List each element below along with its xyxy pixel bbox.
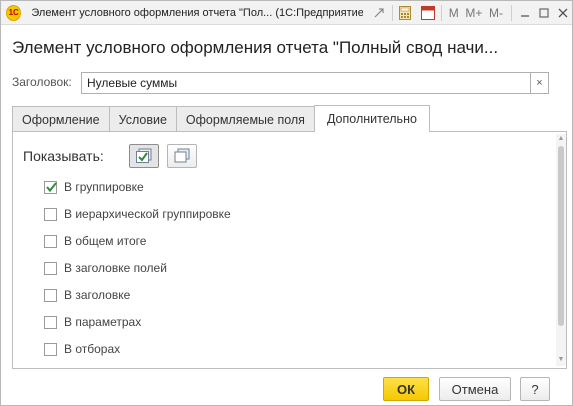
dialog-window: 1С Элемент условного оформления отчета "… bbox=[0, 0, 573, 406]
titlebar-separator bbox=[441, 4, 443, 21]
checkbox[interactable] bbox=[44, 180, 57, 194]
tab-formatted-fields[interactable]: Оформляемые поля bbox=[175, 106, 315, 132]
checkmark-icon bbox=[46, 181, 57, 192]
maximize-icon[interactable] bbox=[536, 4, 553, 22]
checkbox[interactable] bbox=[44, 207, 57, 221]
app-logo-icon: 1С bbox=[6, 4, 22, 21]
heading-label: Заголовок: bbox=[12, 75, 72, 89]
vertical-scrollbar[interactable]: ▲ ▼ bbox=[556, 134, 566, 366]
titlebar-separator bbox=[391, 4, 393, 21]
tab-additional[interactable]: Дополнительно bbox=[313, 105, 430, 132]
close-icon[interactable] bbox=[555, 4, 572, 22]
tab-bar: Оформление Условие Оформляемые поля Допо… bbox=[12, 105, 430, 132]
minimize-icon[interactable] bbox=[516, 4, 533, 22]
uncheck-all-button[interactable] bbox=[167, 144, 197, 168]
checkbox[interactable] bbox=[44, 342, 57, 356]
scroll-up-icon[interactable]: ▲ bbox=[557, 135, 565, 143]
option-in-grouping[interactable]: В группировке bbox=[44, 178, 144, 196]
heading-input[interactable] bbox=[81, 72, 531, 94]
calculator-icon[interactable] bbox=[398, 4, 413, 22]
cancel-button[interactable]: Отмена bbox=[439, 377, 511, 401]
title-bar[interactable]: 1С Элемент условного оформления отчета "… bbox=[1, 1, 572, 25]
memory-minus-button[interactable]: M- bbox=[486, 4, 505, 22]
tab-panel-additional: Показывать: В группировке В иерархическо… bbox=[12, 131, 567, 369]
check-all-button[interactable] bbox=[129, 144, 159, 168]
checkbox[interactable] bbox=[44, 261, 57, 275]
option-in-parameters[interactable]: В параметрах bbox=[44, 313, 141, 331]
calendar-icon[interactable] bbox=[419, 4, 436, 22]
option-label: В заголовке bbox=[64, 288, 131, 302]
scroll-thumb[interactable] bbox=[558, 146, 564, 326]
option-label: В заголовке полей bbox=[64, 261, 167, 275]
uncheck-all-icon bbox=[174, 148, 190, 163]
tab-condition[interactable]: Условие bbox=[108, 106, 177, 132]
checkbox[interactable] bbox=[44, 234, 57, 248]
memory-plus-button[interactable]: M+ bbox=[463, 4, 484, 22]
titlebar-separator bbox=[510, 4, 512, 21]
show-label: Показывать: bbox=[23, 148, 104, 164]
option-label: В общем итоге bbox=[64, 234, 147, 248]
option-label: В иерархической группировке bbox=[64, 207, 231, 221]
ok-button[interactable]: ОК bbox=[383, 377, 429, 401]
option-in-hierarchical-grouping[interactable]: В иерархической группировке bbox=[44, 205, 231, 223]
option-in-grand-total[interactable]: В общем итоге bbox=[44, 232, 146, 250]
option-label: В отборах bbox=[64, 342, 121, 356]
option-label: В параметрах bbox=[64, 315, 142, 329]
window-title: Элемент условного оформления отчета "Пол… bbox=[31, 6, 364, 19]
help-button[interactable]: ? bbox=[520, 377, 550, 401]
option-in-header[interactable]: В заголовке bbox=[44, 286, 130, 304]
option-in-field-headers[interactable]: В заголовке полей bbox=[44, 259, 167, 277]
tab-formatting[interactable]: Оформление bbox=[12, 106, 110, 132]
checkbox[interactable] bbox=[44, 288, 57, 302]
link-icon[interactable] bbox=[371, 4, 386, 22]
scroll-down-icon[interactable]: ▼ bbox=[557, 356, 565, 364]
memory-m-button[interactable]: M bbox=[447, 4, 460, 22]
form-header: Элемент условного оформления отчета "Пол… bbox=[12, 38, 499, 57]
check-all-icon bbox=[136, 148, 152, 163]
option-in-filters[interactable]: В отборах bbox=[44, 340, 120, 358]
option-label: В группировке bbox=[64, 180, 144, 194]
checkbox[interactable] bbox=[44, 315, 57, 329]
clear-icon[interactable]: × bbox=[531, 72, 549, 94]
